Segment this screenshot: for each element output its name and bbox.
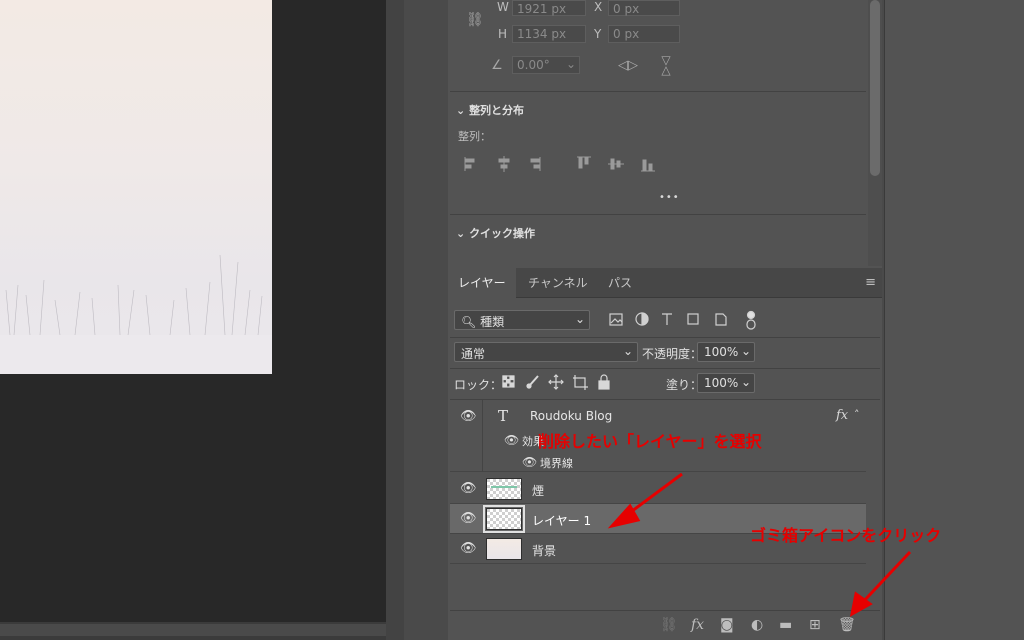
arrow-to-trash: [860, 550, 912, 605]
annotation-arrows: [607, 472, 912, 617]
